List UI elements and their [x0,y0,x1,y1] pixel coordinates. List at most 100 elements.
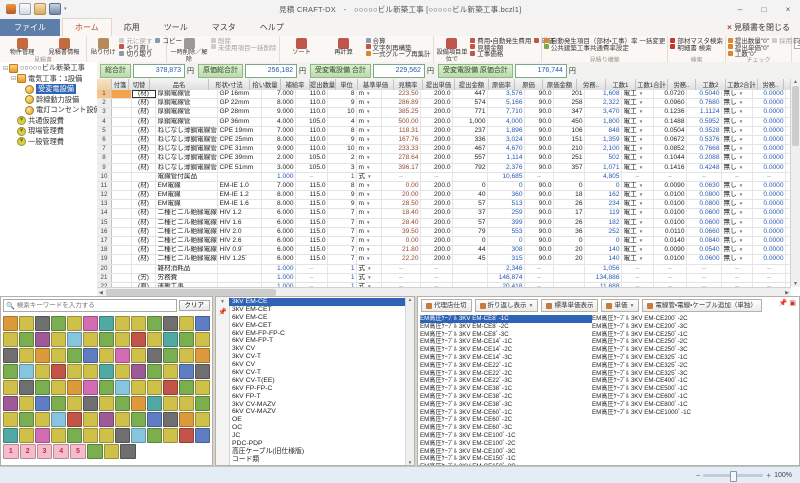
grid-cell[interactable]: 18 [554,191,585,199]
grid-cell[interactable]: 251 [554,154,585,162]
cable-size-item[interactable]: EM高圧ｹｰﾌﾞﾙ 3KV EM-CE400ﾟ-1C [592,377,764,385]
grid-cell[interactable]: ねじなし薄鋼電線管 [156,164,218,172]
grid-cell[interactable]: – [687,265,722,273]
grid-cell[interactable]: – [654,265,687,273]
grid-cell[interactable] [132,173,156,181]
part-icon[interactable] [51,412,66,427]
cable-size-item[interactable]: EM高圧ｹｰﾌﾞﾙ 3KV EM-CE8ﾟ-2C [420,323,592,331]
cable-type-item[interactable]: 高圧ケーブル(旧仕様版) [229,448,406,456]
grid-cell[interactable]: 200.0 [421,246,453,254]
grid-cell[interactable]: 0.0000 [753,182,786,190]
grid-cell[interactable]: 1 [328,265,357,273]
part-icon[interactable] [131,316,146,331]
row-number[interactable]: 16 [97,228,112,236]
chevron-down-icon[interactable]: ▼ [739,183,743,188]
grid-cell[interactable]: 1,114 [488,154,525,162]
grid-cell[interactable]: ねじなし薄鋼電線管 [156,154,218,162]
chevron-down-icon[interactable]: ▼ [739,201,743,206]
grid-cell[interactable]: 10 [328,108,357,116]
grid-cell[interactable]: 553 [488,228,525,236]
grid-cell[interactable]: 360 [488,191,525,199]
grid-cell[interactable]: 1,000 [453,118,488,126]
grid-cell[interactable]: 0.5952 [687,118,722,126]
column-header-基準単価[interactable]: 基準単価 [358,79,394,90]
grid-cell[interactable]: 電工▼ [622,136,654,144]
grid-cell[interactable]: EM-IE 1.0 [218,182,262,190]
grid-cell[interactable]: 200.0 [421,228,453,236]
grid-cell[interactable]: 20.00 [382,191,421,199]
minimize-button[interactable]: – [728,1,752,18]
tree-item-現場管理費[interactable]: ¥現場管理費 [0,126,97,137]
grid-cell[interactable]: 2.000 [262,154,296,162]
part-icon[interactable] [179,412,194,427]
part-icon[interactable] [115,380,130,395]
part-icon[interactable] [131,364,146,379]
cable-type-item[interactable]: 3kV CV [229,345,406,353]
zoom-slider-thumb[interactable] [730,471,737,482]
grid-cell[interactable]: 200.0 [421,209,453,217]
grid-cell[interactable]: 90.0 [525,219,554,227]
grid-cell[interactable]: 7 [328,219,357,227]
part-icon[interactable] [131,332,146,347]
grid-cell[interactable] [112,200,132,208]
cable-size-item[interactable]: EM高圧ｹｰﾌﾞﾙ 3KV EM-CE1000ﾟ-1C [592,409,764,417]
tree-item-一般管理費[interactable]: ¥一般管理費 [0,137,97,148]
grid-cell[interactable]: 電工▼ [622,145,654,153]
chevron-down-icon[interactable]: ▼ [366,247,370,252]
grid-cell[interactable]: 0.0672 [654,136,687,144]
column-header-労務..[interactable]: 労務.. [758,79,784,90]
chevron-down-icon[interactable]: ▼ [366,183,370,188]
chevron-down-icon[interactable]: ▼ [739,91,743,96]
grid-cell[interactable]: – [753,274,786,282]
row-number[interactable]: 4 [97,118,112,126]
part-icon[interactable] [163,364,178,379]
toolbar-chip-電線管・電線・ケーブル追加（単独）[interactable]: 電線管・電線・ケーブル追加（単独） [642,299,762,312]
chevron-down-icon[interactable]: ▼ [639,155,643,160]
new-document-icon[interactable] [19,3,31,15]
grid-cell[interactable]: 37 [453,209,488,217]
grid-cell[interactable]: 9 [328,99,357,107]
cable-size-item[interactable]: EM高圧ｹｰﾌﾞﾙ 3KV EM-CE60ﾟ-3C [420,424,592,432]
ribbon-button[interactable]: 元に戻す [119,37,152,44]
part-icon[interactable] [51,348,66,363]
grid-cell[interactable]: 36 [554,228,585,236]
part-icon[interactable] [147,348,162,363]
part-icon[interactable] [51,364,66,379]
grid-cell[interactable]: 無し▼ [722,200,753,208]
grid-cell[interactable]: 134,886 [585,274,622,282]
grid-cell[interactable]: 39.50 [382,228,421,236]
part-icon[interactable] [104,444,120,459]
chevron-down-icon[interactable]: ▼ [366,229,370,234]
grid-cell[interactable]: 151 [554,136,585,144]
grid-cell[interactable]: (材) [132,90,156,98]
grid-cell[interactable]: 0.5040 [687,90,722,98]
part-icon[interactable] [35,364,50,379]
cable-type-item[interactable]: 6kV EM-CE [229,314,406,322]
grid-cell[interactable] [218,173,262,181]
grid-cell[interactable]: 21.80 [382,246,421,254]
grid-cell[interactable]: 1,608 [585,90,622,98]
grid-cell[interactable] [112,145,132,153]
grid-cell[interactable]: 0.0100 [654,191,687,199]
grid-cell[interactable]: 146,874 [488,274,525,282]
part-icon[interactable] [131,412,146,427]
grid-cell[interactable]: 電工▼ [622,228,654,236]
horizontal-scroll-thumb[interactable] [106,289,276,296]
grid-cell[interactable]: 0.0630 [687,182,722,190]
column-header-補給率[interactable]: 補給率 [281,79,310,90]
grid-cell[interactable]: m▼ [357,209,382,217]
grid-cell[interactable]: 9 [328,200,357,208]
pin-icon[interactable]: 📌 [779,299,788,307]
grid-cell[interactable]: (材) [132,145,156,153]
grid-cell[interactable] [112,118,132,126]
part-icon[interactable] [147,396,162,411]
grid-cell[interactable]: HIV 1.6 [218,219,262,227]
grid-cell[interactable]: 57 [453,219,488,227]
tree-item-電気工事：1設備[interactable]: ⊟電気工事：1設備 [0,74,97,85]
part-icon[interactable] [147,364,162,379]
grid-cell[interactable]: m▼ [357,127,382,135]
zoom-out-button[interactable]: − [696,471,701,480]
grid-cell[interactable]: (材) [132,209,156,217]
part-icon[interactable] [19,428,34,443]
grid-cell[interactable]: (材) [132,191,156,199]
